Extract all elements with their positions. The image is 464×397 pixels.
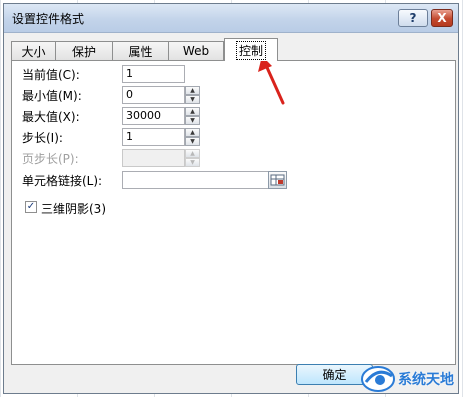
3d-shading-checkbox[interactable]: ✓ [25,201,37,213]
page-step-spinner: ▲ ▼ [185,149,200,167]
watermark-text: 系统天地 [398,372,454,388]
page-step-input [122,149,185,167]
tab-properties[interactable]: 属性 [112,41,169,60]
page-step-label: 页步长(P): [22,152,79,166]
3d-shading-label: 三维阴影(3) [41,202,106,216]
tab-properties-label: 属性 [128,44,153,59]
help-button[interactable]: ? [398,9,428,27]
current-value-input[interactable]: 1 [122,65,185,83]
close-button[interactable]: X [431,9,453,27]
watermark-logo: 系统天地 [358,362,462,394]
tab-web-label: Web [182,44,210,58]
spin-down-icon[interactable]: ▼ [185,95,200,104]
cell-link-input[interactable] [122,171,269,189]
step-input[interactable]: 1 [122,128,185,146]
step-label: 步长(I): [22,131,63,145]
spin-down-icon[interactable]: ▼ [185,116,200,125]
step-spinner[interactable]: ▲ ▼ [185,128,200,146]
tab-control-label: 控制 [235,40,266,60]
tab-control[interactable]: 控制 [224,38,278,61]
range-select-button[interactable] [268,171,287,189]
min-value-spinner[interactable]: ▲ ▼ [185,86,200,104]
tab-size[interactable]: 大小 [11,41,56,60]
dialog-title: 设置控件格式 [12,12,85,26]
title-bar: 设置控件格式 ? X [4,4,458,33]
watermark-icon [361,366,395,392]
format-control-dialog: 设置控件格式 ? X 大小 保护 属性 Web 控制 当前值(C): 1 最小值… [3,3,459,394]
current-value-label: 当前值(C): [22,68,80,82]
spin-up-icon[interactable]: ▲ [185,107,200,116]
spin-up-icon[interactable]: ▲ [185,128,200,137]
min-value-label: 最小值(M): [22,89,82,103]
max-value-label: 最大值(X): [22,110,80,124]
max-value-spinner[interactable]: ▲ ▼ [185,107,200,125]
tab-size-label: 大小 [21,44,46,59]
tab-protection[interactable]: 保护 [55,41,113,60]
tab-protection-label: 保护 [71,44,96,59]
spin-up-icon[interactable]: ▲ [185,86,200,95]
tab-web[interactable]: Web [168,41,224,60]
min-value-input[interactable]: 0 [122,86,185,104]
dialog-body: 大小 保护 属性 Web 控制 当前值(C): 1 最小值(M): 0 ▲ ▼ … [4,33,458,393]
cell-link-label: 单元格链接(L): [22,174,103,188]
max-value-input[interactable]: 30000 [122,107,185,125]
spin-up-icon: ▲ [185,149,200,158]
spin-down-icon[interactable]: ▼ [185,137,200,146]
spin-down-icon: ▼ [185,158,200,167]
control-tab-panel: 当前值(C): 1 最小值(M): 0 ▲ ▼ 最大值(X): 30000 ▲ … [11,60,456,365]
range-select-icon [270,174,285,186]
